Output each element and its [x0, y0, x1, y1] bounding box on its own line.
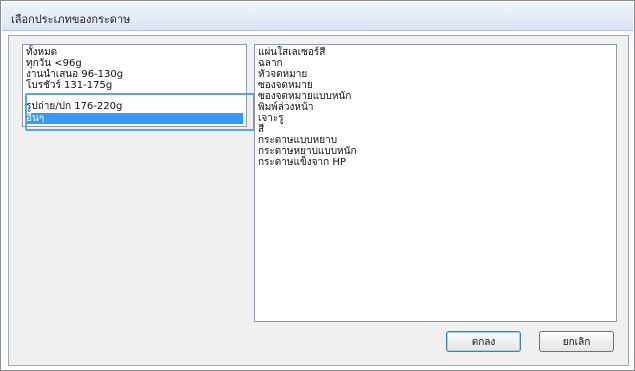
list-item[interactable]: รูปถ่าย/ปก 176-220g	[26, 101, 243, 112]
paper-category-list[interactable]: ทั้งหมด ทุกวัน <96g งานนำเสนอ 96-130g โบ…	[22, 44, 247, 127]
list-item[interactable]: แผ่นใสเลเซอร์สี	[258, 47, 613, 58]
list-item-selected[interactable]: อื่นๆ	[26, 113, 243, 124]
cancel-button[interactable]: ยกเลิก	[539, 331, 614, 352]
list-item[interactable]: สี	[258, 124, 613, 135]
list-item[interactable]: ทั้งหมด	[26, 47, 243, 58]
list-item[interactable]: เจาะรู	[258, 113, 613, 124]
ok-button[interactable]: ตกลง	[446, 331, 521, 352]
list-item[interactable]: หัวจดหมาย	[258, 69, 613, 80]
list-item[interactable]: ซองจดหมายแบบหนัก	[258, 91, 613, 102]
paper-type-list[interactable]: แผ่นใสเลเซอร์สี ฉลาก หัวจดหมาย ซองจดหมาย…	[254, 44, 617, 322]
list-item[interactable]: กระดาษหยาบแบบหนัก	[258, 146, 613, 157]
dialog-body: ทั้งหมด ทุกวัน <96g งานนำเสนอ 96-130g โบ…	[8, 35, 629, 366]
list-item[interactable]: ฉลาก	[258, 58, 613, 69]
list-item[interactable]: งานนำเสนอ 96-130g	[26, 69, 243, 80]
dialog-window: เลือกประเภทของกระดาษ ทั้งหมด ทุกวัน <96g…	[0, 0, 635, 371]
list-item[interactable]: กระดาษแบบหยาบ	[258, 135, 613, 146]
list-item[interactable]: โบรชัวร์ 131-175g	[26, 80, 243, 91]
title-bar: เลือกประเภทของกระดาษ	[2, 2, 633, 31]
list-item[interactable]: ทุกวัน <96g	[26, 58, 243, 69]
dialog-title: เลือกประเภทของกระดาษ	[11, 13, 131, 26]
list-item[interactable]: กระดาษแข็งจาก HP	[258, 157, 613, 168]
list-item[interactable]: ซองจดหมาย	[258, 80, 613, 91]
list-item[interactable]: พิมพ์ล่วงหน้า	[258, 102, 613, 113]
